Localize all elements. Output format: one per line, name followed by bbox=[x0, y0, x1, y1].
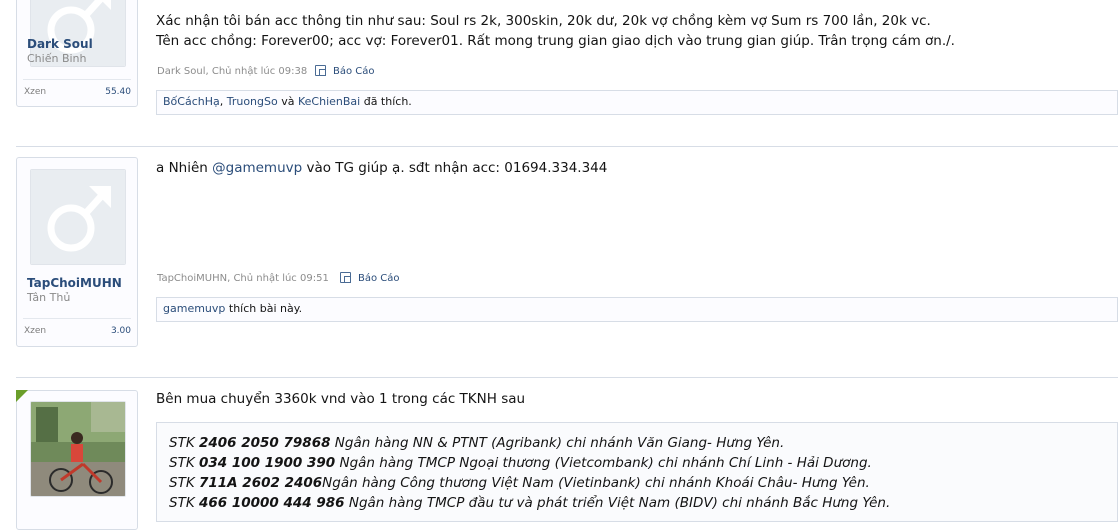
post-1-user-stats: Xzen 55.40 bbox=[23, 79, 131, 100]
stk-prefix: STK bbox=[169, 495, 199, 511]
bank-account-line: STK 2406 2050 79868 Ngân hàng NN & PTNT … bbox=[169, 433, 784, 453]
post-2-avatar[interactable] bbox=[30, 169, 126, 265]
bank-account-line: STK 466 10000 444 986 Ngân hàng TMCP đầu… bbox=[169, 493, 890, 513]
message-suffix: vào TG giúp ạ. sđt nhận acc: 01694.334.3… bbox=[302, 160, 608, 176]
like-user-link[interactable]: TruongSo bbox=[227, 95, 278, 108]
like-user-link[interactable]: KeChienBai bbox=[298, 95, 360, 108]
post-3-message: Bên mua chuyển 3360k vnd vào 1 trong các… bbox=[156, 391, 526, 407]
post-2-username[interactable]: TapChoiMUHN bbox=[27, 276, 122, 290]
like-user-link[interactable]: BốCáchHạ bbox=[163, 95, 220, 108]
likes-suffix: thích bài này. bbox=[225, 302, 303, 315]
post-separator bbox=[16, 146, 1118, 147]
bank-name: Ngân hàng TMCP Ngoại thương (Vietcombank… bbox=[335, 455, 872, 471]
report-label: Báo Cáo bbox=[358, 273, 400, 284]
post-1-report-button[interactable]: Báo Cáo bbox=[315, 65, 385, 80]
bank-account-line: STK 711A 2602 2406Ngân hàng Công thương … bbox=[169, 473, 870, 493]
male-default-avatar-icon bbox=[31, 170, 125, 264]
post-2-user-title: Tân Thủ bbox=[27, 291, 71, 304]
stat-label: Xzen bbox=[24, 87, 47, 97]
post-2-meta[interactable]: TapChoiMUHN, Chủ nhật lúc 09:51 bbox=[157, 273, 329, 284]
stat-label: Xzen bbox=[24, 326, 47, 336]
and-text: và bbox=[277, 95, 298, 108]
like-user-link[interactable]: gamemuvp bbox=[163, 302, 225, 315]
account-number: 2406 2050 79868 bbox=[198, 435, 331, 451]
post-1-userbox: Dark Soul Chiến Binh Xzen 55.40 bbox=[16, 0, 138, 107]
post-1-likes-summary: BốCáchHạ, TruongSo và KeChienBai đã thíc… bbox=[156, 90, 1118, 115]
message-prefix: a Nhiên bbox=[156, 160, 213, 176]
staff-corner-badge bbox=[16, 390, 28, 402]
post-separator bbox=[16, 377, 1118, 378]
account-number: 711A 2602 2406 bbox=[198, 475, 323, 491]
likes-suffix: đã thích. bbox=[360, 95, 412, 108]
bank-name: Ngân hàng TMCP đầu tư và phát triển Việt… bbox=[344, 495, 891, 511]
report-icon bbox=[340, 272, 351, 283]
post-1-meta[interactable]: Dark Soul, Chủ nhật lúc 09:38 bbox=[157, 66, 307, 77]
bank-name: Ngân hàng Công thương Việt Nam (Vietinba… bbox=[322, 475, 870, 491]
post-2-userbox: TapChoiMUHN Tân Thủ Xzen 3.00 bbox=[16, 157, 138, 347]
mention-link[interactable]: @gamemuvp bbox=[212, 160, 302, 176]
post-2-message: a Nhiên @gamemuvp vào TG giúp ạ. sđt nhậ… bbox=[156, 158, 607, 178]
post-1-message-line-2: Tên acc chồng: Forever00; acc vợ: Foreve… bbox=[156, 33, 955, 49]
report-icon bbox=[315, 65, 326, 76]
bank-name: Ngân hàng NN & PTNT (Agribank) chi nhánh… bbox=[330, 435, 785, 451]
post-1-user-title: Chiến Binh bbox=[27, 52, 87, 65]
account-number: 034 100 1900 390 bbox=[198, 455, 336, 471]
post-2-likes-summary: gamemuvp thích bài này. bbox=[156, 297, 1118, 322]
avatar-photo bbox=[31, 402, 125, 496]
post-3-avatar[interactable] bbox=[30, 401, 126, 497]
stk-prefix: STK bbox=[169, 455, 199, 471]
separator: , bbox=[219, 95, 227, 108]
report-label: Báo Cáo bbox=[333, 66, 375, 77]
stk-prefix: STK bbox=[169, 435, 199, 451]
stat-value: 3.00 bbox=[110, 326, 131, 336]
post-2-user-stats: Xzen 3.00 bbox=[23, 318, 131, 339]
stat-value: 55.40 bbox=[105, 87, 131, 97]
post-3-bank-accounts-block: STK 2406 2050 79868 Ngân hàng NN & PTNT … bbox=[156, 422, 1118, 522]
post-1-username[interactable]: Dark Soul bbox=[27, 37, 93, 51]
bank-account-line: STK 034 100 1900 390 Ngân hàng TMCP Ngoạ… bbox=[169, 453, 872, 473]
post-1-message-line-1: Xác nhận tôi bán acc thông tin như sau: … bbox=[156, 13, 931, 29]
account-number: 466 10000 444 986 bbox=[198, 495, 345, 511]
stk-prefix: STK bbox=[169, 475, 199, 491]
post-3-userbox bbox=[16, 390, 138, 530]
post-2-report-button[interactable]: Báo Cáo bbox=[340, 272, 410, 287]
